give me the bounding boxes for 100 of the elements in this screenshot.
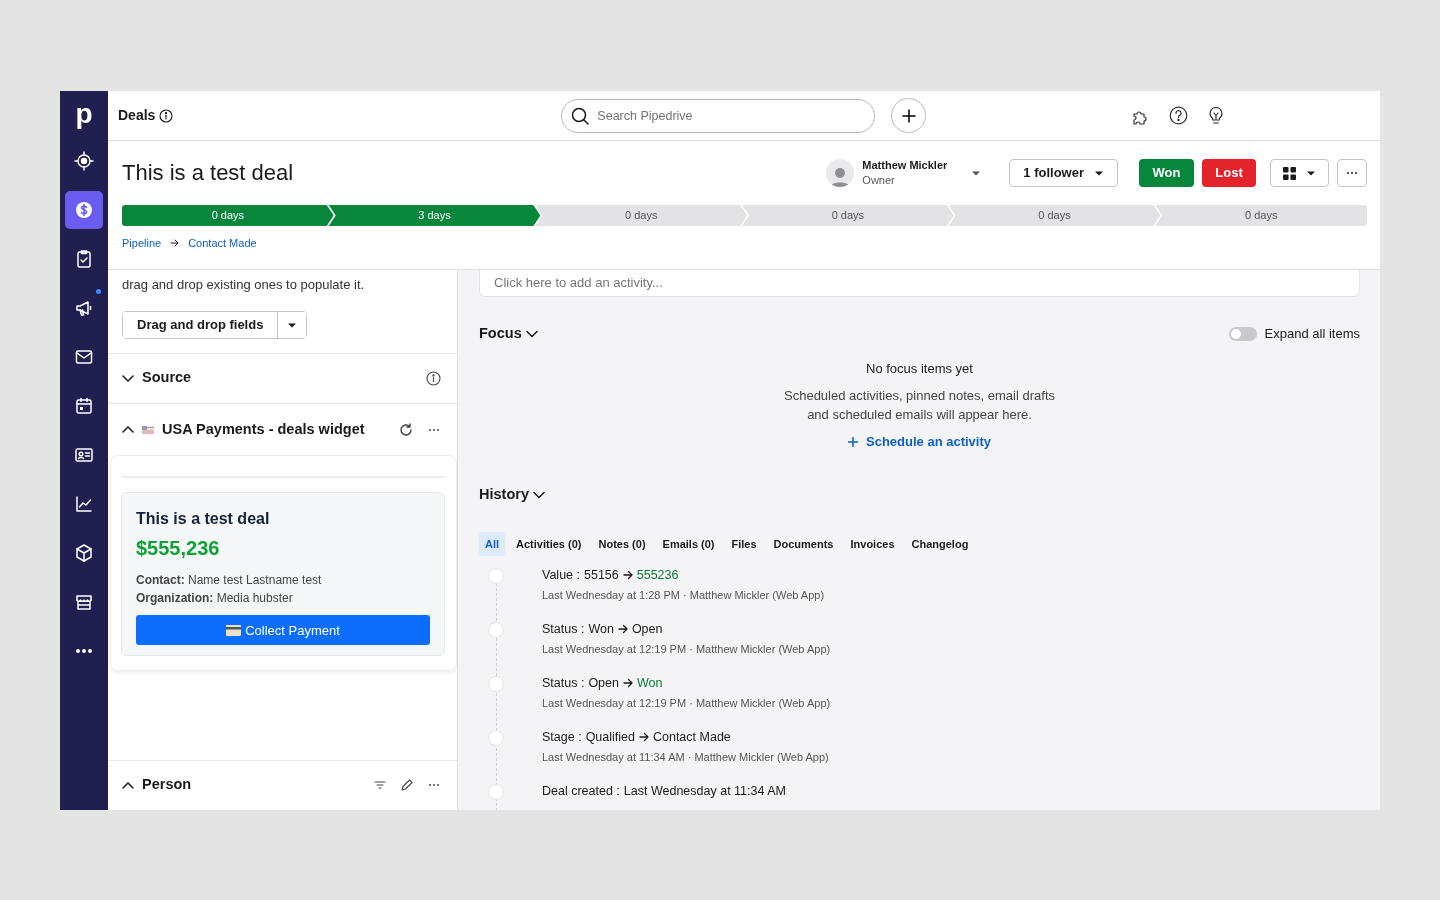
avatar-icon: [826, 159, 855, 187]
section-title[interactable]: USA Payments - deals widget: [162, 418, 365, 441]
pipeline-stage[interactable]: 3 days: [328, 205, 541, 226]
target-icon[interactable]: [74, 151, 94, 171]
followers-button[interactable]: 1 follower: [1009, 159, 1118, 187]
id-card-icon[interactable]: [74, 445, 94, 465]
expand-toggle[interactable]: [1228, 326, 1257, 341]
flag-icon: [142, 425, 154, 434]
info-icon[interactable]: [426, 370, 441, 386]
refresh-icon[interactable]: [399, 422, 413, 437]
breadcrumb-link[interactable]: Pipeline: [122, 235, 162, 252]
chevron-up-icon[interactable]: [122, 425, 134, 435]
add-button[interactable]: [891, 98, 927, 133]
focus-title[interactable]: Focus: [479, 323, 522, 345]
empty-title: No focus items yet: [866, 359, 973, 378]
breadcrumb-link[interactable]: Contact Made: [188, 235, 257, 252]
arrow-icon: [623, 678, 633, 688]
schedule-activity-link[interactable]: Schedule an activity: [848, 432, 991, 452]
detail-text: Contact: Name test Lastname test: [136, 572, 323, 590]
detail-text: Organization: Media hubster: [136, 590, 294, 608]
chevron-down-icon[interactable]: [525, 329, 538, 338]
credit-card-icon: [226, 624, 242, 636]
plus-icon: [848, 437, 858, 447]
entry-meta: Last Wednesday at 11:34 AM · Matthew Mickler (Web App): [542, 750, 829, 765]
nav-button[interactable]: [65, 191, 103, 229]
history-title[interactable]: History: [479, 483, 529, 506]
filter-icon[interactable]: [374, 780, 386, 791]
filter-tab[interactable]: Invoices: [844, 531, 901, 556]
filter-tab[interactable]: Emails (0): [656, 531, 721, 556]
owner-role: Owner: [862, 173, 896, 188]
arrow-icon: [170, 239, 180, 248]
entry-meta: Last Wednesday at 1:28 PM · Matthew Mickler (Web App): [542, 588, 825, 603]
new-value: 555236: [636, 567, 679, 584]
store-icon[interactable]: [74, 592, 94, 612]
owner-name[interactable]: Matthew Mickler: [862, 158, 948, 173]
chart-icon[interactable]: [74, 494, 94, 514]
won-button[interactable]: Won: [1139, 159, 1194, 187]
help-icon[interactable]: [1169, 106, 1189, 125]
timeline-dot: [488, 730, 504, 746]
filter-tab[interactable]: Activities (0): [510, 531, 588, 556]
section-title[interactable]: Person: [142, 774, 192, 797]
timeline-dot: [488, 622, 504, 638]
search-icon: [571, 106, 590, 125]
timeline-dot: [488, 568, 504, 584]
clipboard-icon[interactable]: [74, 249, 94, 269]
field-label: Value :: [542, 567, 580, 584]
pipeline-stage[interactable]: 0 days: [742, 205, 954, 226]
caret-icon: [1306, 169, 1316, 177]
new-value: Open: [631, 621, 663, 638]
search-field[interactable]: Search Pipedrive: [561, 98, 876, 133]
empty-description: Scheduled activities, pinned notes, email drafts and scheduled emails will appear here.: [783, 387, 1056, 425]
old-value: Open: [588, 675, 619, 692]
pipeline-stage[interactable]: 0 days: [122, 205, 334, 226]
lost-button[interactable]: Lost: [1202, 159, 1256, 187]
chevron-down-icon[interactable]: [122, 373, 134, 383]
pipeline-stage[interactable]: 0 days: [1155, 205, 1368, 226]
dollar-icon[interactable]: [74, 200, 94, 220]
mail-icon[interactable]: [74, 347, 94, 367]
filter-tab[interactable]: All: [479, 531, 506, 556]
section-title[interactable]: Source: [142, 367, 192, 390]
caret-icon: [1094, 169, 1104, 177]
pencil-icon[interactable]: [400, 778, 413, 792]
field-label: Deal created :: [542, 783, 620, 800]
timeline-dot: [488, 784, 504, 800]
new-value: Won: [637, 675, 663, 692]
timeline-dot: [488, 676, 504, 692]
pipeline-stage[interactable]: 0 days: [535, 205, 747, 226]
chevron-down-icon[interactable]: [532, 490, 545, 499]
deal-amount: $555,236: [136, 536, 221, 562]
megaphone-icon[interactable]: [74, 298, 94, 318]
hint-text: drag and drop existing ones to populate it.: [122, 276, 366, 294]
app-logo[interactable]: p: [75, 99, 93, 131]
pipeline-stage[interactable]: 0 days: [948, 205, 1161, 226]
lightbulb-icon[interactable]: [1208, 106, 1225, 125]
old-value: Qualified: [585, 729, 635, 746]
grid-icon: [1283, 166, 1296, 180]
caret-icon[interactable]: [971, 169, 982, 177]
info-icon: [159, 108, 174, 123]
activity-input[interactable]: Click here to add an activity...: [479, 270, 1360, 297]
box-icon[interactable]: [74, 543, 94, 563]
chevron-up-icon[interactable]: [122, 780, 134, 790]
deal-title: This is a test deal: [122, 159, 294, 187]
field-label: Status :: [542, 621, 585, 638]
filter-tab[interactable]: Documents: [767, 531, 840, 556]
caret-icon: [287, 321, 298, 329]
filter-tab[interactable]: Changelog: [905, 531, 975, 556]
old-value: 55156: [584, 567, 619, 584]
old-value: Won: [588, 621, 614, 638]
calendar-icon[interactable]: [74, 396, 94, 416]
arrow-icon: [622, 570, 633, 580]
filter-tab[interactable]: Files: [725, 531, 763, 556]
filter-tab[interactable]: Notes (0): [592, 531, 652, 556]
dropdown-button[interactable]: [277, 311, 307, 338]
entry-meta: Last Wednesday at 12:19 PM · Matthew Mickler (Web App): [542, 642, 831, 657]
widget-deal-title: This is a test deal: [136, 509, 271, 530]
entry-value: Last Wednesday at 11:34 AM: [623, 783, 786, 800]
plus-icon[interactable]: [901, 108, 916, 123]
new-value: Contact Made: [652, 729, 731, 746]
view-button[interactable]: [1270, 159, 1329, 187]
collect-payment-button[interactable]: Collect Payment: [136, 615, 430, 646]
